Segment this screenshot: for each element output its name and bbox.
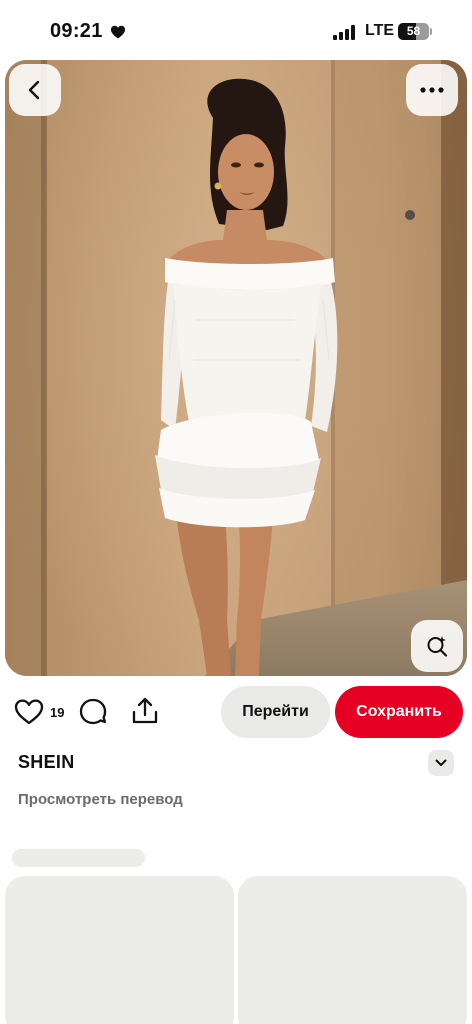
comment-icon[interactable] (78, 697, 108, 727)
battery-level: 58 (406, 24, 421, 38)
source-name[interactable]: SHEIN (18, 752, 75, 773)
battery-icon: 58 (398, 23, 432, 40)
view-translation-link[interactable]: Просмотреть перевод (18, 791, 183, 808)
status-time: 09:21 (50, 20, 103, 42)
pin-action-bar: 19 Перейти Сохранить (0, 684, 472, 740)
visual-search-button[interactable] (411, 620, 463, 672)
more-options-button[interactable] (406, 64, 458, 116)
share-icon[interactable] (130, 696, 160, 726)
status-bar: 09:21 LTE 58 (0, 0, 472, 60)
loading-placeholder-line (12, 849, 145, 867)
more-horizontal-icon (420, 87, 444, 93)
pin-image[interactable] (5, 60, 467, 676)
back-button[interactable] (9, 64, 61, 116)
cellular-signal-icon (333, 24, 357, 40)
expand-details-button[interactable] (428, 750, 454, 776)
visual-search-icon (427, 636, 448, 657)
loading-placeholder-card (238, 876, 467, 1024)
like-count: 19 (50, 705, 65, 720)
visit-button[interactable]: Перейти (221, 686, 330, 738)
heart-outline-icon[interactable] (14, 698, 44, 726)
loading-placeholder-card (5, 876, 234, 1024)
heart-status-icon (111, 25, 125, 39)
network-type: LTE (365, 22, 395, 39)
save-button[interactable]: Сохранить (335, 686, 463, 738)
pin-photo (5, 60, 467, 676)
chevron-down-icon (435, 759, 447, 766)
chevron-left-icon (28, 80, 40, 100)
